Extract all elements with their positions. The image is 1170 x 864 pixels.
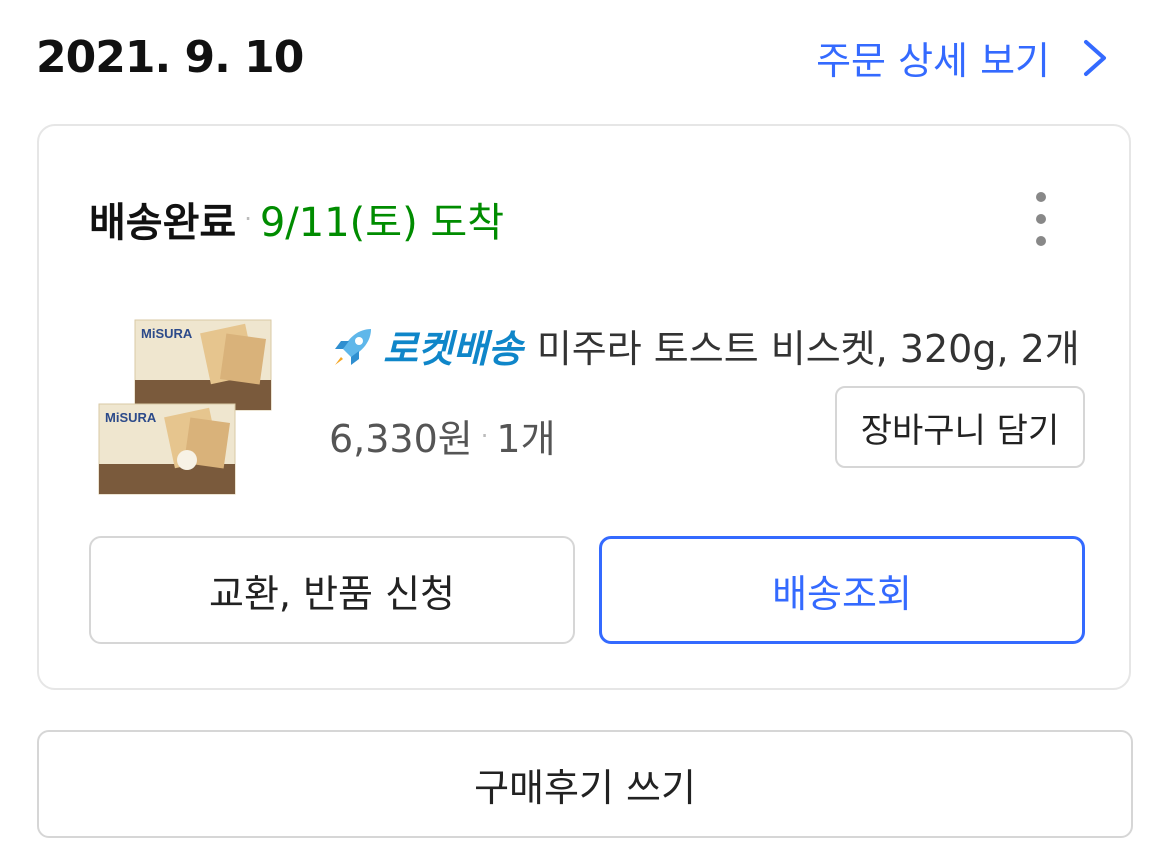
exchange-return-button[interactable]: 교환, 반품 신청 [89,536,575,644]
write-review-button[interactable]: 구매후기 쓰기 [37,730,1133,838]
order-detail-link[interactable]: 주문 상세 보기 [816,30,1112,85]
rocket-delivery-badge: 로켓배송 [383,327,523,371]
product-price: 6,330원 [329,417,473,461]
add-to-cart-button[interactable]: 장바구니 담기 [835,386,1085,468]
status-separator: · [244,205,252,233]
delivery-status-label: 배송완료 [89,200,237,246]
product-quantity: 1개 [496,417,556,461]
track-delivery-button[interactable]: 배송조회 [599,536,1085,644]
order-detail-label: 주문 상세 보기 [816,39,1050,83]
order-card: 배송완료 · 9/11(토) 도착 MiSURA MiSURA 로켓배송 미주라… [37,124,1131,690]
more-options-icon[interactable] [1031,192,1051,246]
arrival-date: 9/11(토) 도착 [259,200,504,246]
product-name: 미주라 토스트 비스켓, 320g, 2개 [536,327,1080,371]
product-brand-front: MiSURA [105,410,157,425]
product-brand-back: MiSURA [141,326,193,341]
product-title-row[interactable]: 로켓배송 미주라 토스트 비스켓, 320g, 2개 [331,318,1080,373]
chevron-right-icon [1084,39,1106,76]
order-date: 2021. 9. 10 [36,32,304,83]
rocket-icon [335,328,371,365]
price-quantity: 6,330원 · 1개 [329,408,556,463]
delivery-status: 배송완료 · 9/11(토) 도착 [89,190,504,248]
price-separator: · [480,421,489,450]
product-thumbnail[interactable]: MiSURA MiSURA [95,314,277,498]
